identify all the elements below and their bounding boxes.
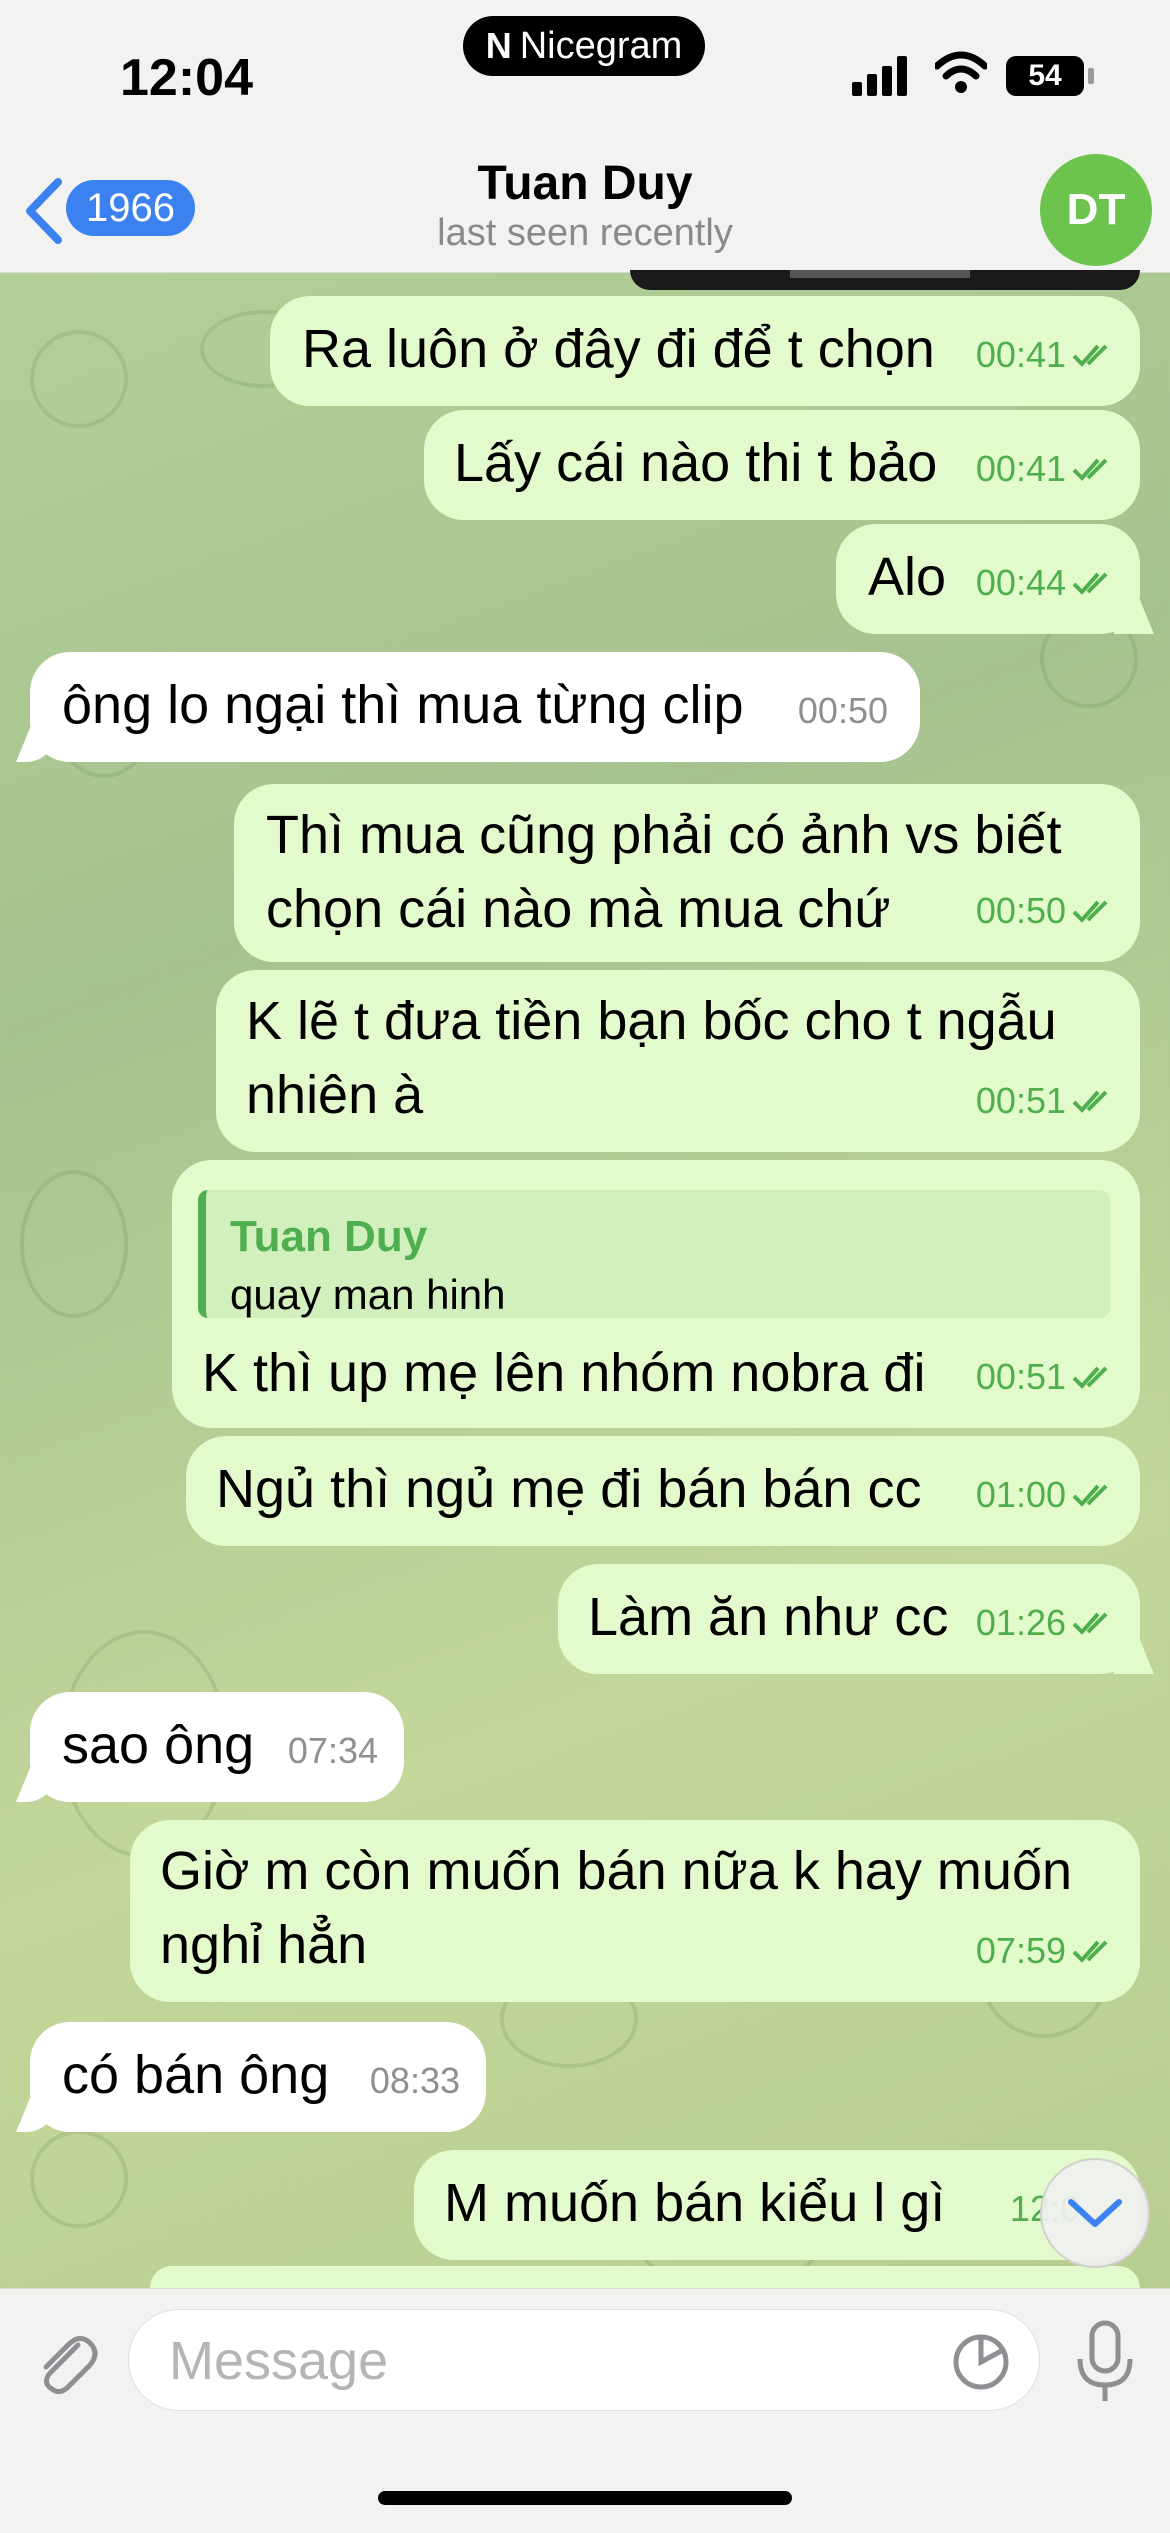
message-meta: 07:59 [976, 1914, 1116, 1988]
message-time: 00:50 [975, 890, 1066, 931]
message-text: K lẽ t đưa tiền bạn bốc cho t ngẫu nhiên… [246, 991, 1057, 1125]
message-time: 07:34 [287, 1730, 378, 1771]
status-time: 12:04 [120, 49, 253, 107]
double-check-icon [1072, 900, 1108, 923]
dynamic-island: N Nicegram [463, 16, 705, 76]
message-time: 08:33 [369, 2060, 460, 2101]
avatar[interactable]: DT [1040, 154, 1152, 266]
battery-tip [1088, 68, 1094, 84]
message-bubble-outgoing[interactable]: Làm ăn như cc 01:26 [558, 1564, 1140, 1674]
message-meta: 01:26 [976, 1586, 1116, 1660]
message-text: Thì mua cũng phải có ảnh vs biết chọn cá… [266, 805, 1062, 939]
message-time: 00:41 [975, 448, 1066, 489]
message-text: Làm ăn như cc [588, 1587, 949, 1647]
reply-preview[interactable]: Tuan Duy quay man hinh [198, 1190, 1110, 1318]
message-bubble-incoming[interactable]: sao ông 07:34 [30, 1692, 404, 1802]
chevron-down-icon [1068, 2199, 1122, 2227]
message-bubble-incoming[interactable]: ông lo ngại thì mua từng clip 00:50 [30, 652, 920, 762]
message-time: 01:00 [975, 1474, 1066, 1515]
message-input[interactable] [167, 2332, 931, 2390]
double-check-icon [1072, 1090, 1108, 1113]
message-meta: 00:50 [976, 874, 1116, 948]
message-bubble-outgoing[interactable]: Ngủ thì ngủ mẹ đi bán bán cc 01:00 [186, 1436, 1140, 1546]
message-meta: 00:41 [976, 318, 1116, 392]
sticker-icon[interactable] [951, 2332, 1011, 2392]
message-meta: 00:51 [976, 1340, 1116, 1414]
message-bubble-outgoing[interactable]: Alo 00:44 [836, 524, 1140, 634]
message-text: có bán ông [62, 2045, 330, 2105]
nicegram-logo-icon: N [485, 25, 512, 66]
message-text: Lấy cái nào thi t bảo [454, 433, 938, 493]
composer-bar [0, 2288, 1170, 2533]
double-check-icon [1072, 1484, 1108, 1507]
status-bar: 12:04 N Nicegram 54 [0, 0, 1170, 150]
battery-icon: 54 [1006, 56, 1084, 96]
message-time: 00:51 [975, 1080, 1066, 1121]
message-bubble-outgoing[interactable]: K lẽ t đưa tiền bạn bốc cho t ngẫu nhiên… [216, 970, 1140, 1152]
message-bubble-outgoing[interactable]: Giờ m còn muốn bán nữa k hay muốn nghỉ h… [130, 1820, 1140, 2002]
cellular-signal-icon [852, 56, 912, 96]
message-time: 00:50 [797, 690, 888, 731]
message-time: 00:41 [975, 334, 1066, 375]
battery-level: 54 [1028, 59, 1062, 92]
message-time: 00:44 [975, 562, 1066, 603]
message-field[interactable] [128, 2309, 1040, 2411]
double-check-icon [1072, 1612, 1108, 1635]
message-text: Ra luôn ở đây đi để t chọn [302, 319, 935, 379]
pinned-bar-edge [630, 270, 1140, 290]
wifi-icon [935, 51, 987, 93]
message-text: Ngủ thì ngủ mẹ đi bán bán cc [216, 1459, 922, 1519]
scroll-down-button[interactable] [1040, 2158, 1150, 2268]
message-bubble-outgoing[interactable]: Lấy cái nào thi t bảo 00:41 [424, 410, 1140, 520]
chat-title[interactable]: Tuan Duy [0, 156, 1170, 211]
message-bubble-outgoing-partial[interactable] [150, 2266, 1140, 2288]
double-check-icon [1072, 458, 1108, 481]
paperclip-icon[interactable] [28, 2325, 104, 2401]
reply-text: quay man hinh [230, 1271, 506, 1318]
message-bubble-outgoing[interactable]: Ra luôn ở đây đi để t chọn 00:41 [270, 296, 1140, 406]
double-check-icon [1072, 572, 1108, 595]
message-time: 01:26 [975, 1602, 1066, 1643]
message-meta: 00:41 [976, 432, 1116, 506]
message-meta: 00:44 [976, 546, 1116, 620]
chat-status: last seen recently [437, 212, 733, 254]
message-text: sao ông [62, 1715, 255, 1775]
message-bubble-outgoing[interactable]: M muốn bán kiểu l gì 12:0 [414, 2150, 1140, 2260]
double-check-icon [1072, 1366, 1108, 1389]
message-bubble-incoming[interactable]: có bán ông 08:33 [30, 2022, 486, 2132]
home-indicator[interactable] [378, 2491, 792, 2505]
message-bubble-outgoing-reply[interactable]: Tuan Duy quay man hinh K thì up mẹ lên n… [172, 1160, 1140, 1428]
message-time: 07:59 [975, 1930, 1066, 1971]
message-text: K thì up mẹ lên nhóm nobra đi [202, 1343, 926, 1403]
message-text: Alo [868, 547, 947, 607]
message-time: 00:51 [975, 1356, 1066, 1397]
message-bubble-outgoing[interactable]: Thì mua cũng phải có ảnh vs biết chọn cá… [234, 784, 1140, 962]
message-text: ông lo ngại thì mua từng clip [62, 675, 744, 735]
message-meta: 00:51 [976, 1064, 1116, 1138]
island-app-label: Nicegram [519, 24, 683, 67]
double-check-icon [1072, 344, 1108, 367]
message-text: Giờ m còn muốn bán nữa k hay muốn nghỉ h… [160, 1841, 1073, 1975]
microphone-icon[interactable] [1072, 2319, 1138, 2405]
message-meta: 01:00 [976, 1458, 1116, 1532]
chat-header: 1966 Tuan Duy last seen recently DT [0, 150, 1170, 273]
double-check-icon [1072, 1940, 1108, 1963]
message-text: M muốn bán kiểu l gì [444, 2173, 946, 2233]
